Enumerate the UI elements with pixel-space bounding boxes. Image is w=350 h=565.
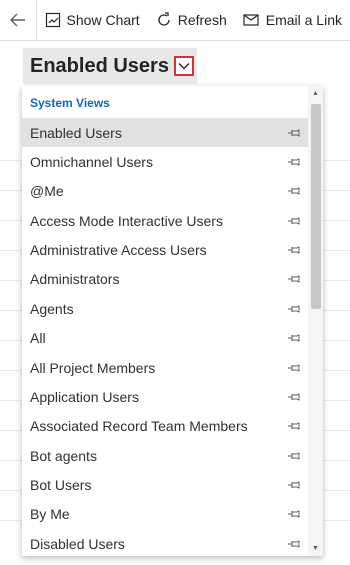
view-option-by-me[interactable]: By Me [22, 499, 308, 528]
view-option-label: @Me [30, 182, 64, 199]
view-dropdown-list[interactable]: System Views Enabled Users Omnichannel U… [22, 86, 323, 556]
view-option-label: Bot Users [30, 476, 92, 493]
view-option-label: Administrative Access Users [30, 241, 207, 258]
view-option-label: Administrators [30, 270, 120, 287]
pin-icon[interactable] [287, 537, 301, 551]
refresh-icon [158, 12, 170, 26]
show-chart-label: Show Chart [66, 12, 140, 28]
view-option-agents[interactable]: Agents [22, 294, 308, 323]
view-option-administrators[interactable]: Administrators [22, 264, 308, 293]
pin-icon[interactable] [287, 507, 301, 521]
view-option-access-mode-interactive-users[interactable]: Access Mode Interactive Users [22, 206, 308, 235]
view-option-label: By Me [30, 505, 70, 522]
view-option-administrative-access-users[interactable]: Administrative Access Users [22, 235, 308, 264]
chevron-down-icon [178, 63, 190, 70]
view-option-omnichannel-users[interactable]: Omnichannel Users [22, 147, 308, 176]
view-option-label: All [30, 329, 46, 346]
view-dropdown-toggle[interactable] [173, 56, 194, 76]
view-option-label: Application Users [30, 388, 139, 405]
dropdown-scrollbar[interactable]: ▲ ▼ [308, 86, 323, 556]
pin-icon[interactable] [287, 390, 301, 404]
view-option-all-project-members[interactable]: All Project Members [22, 353, 308, 382]
view-option-bot-agents[interactable]: Bot agents [22, 441, 308, 470]
pin-icon[interactable] [287, 449, 301, 463]
view-option-all[interactable]: All [22, 323, 308, 352]
pin-icon[interactable] [287, 243, 301, 257]
back-button[interactable] [0, 0, 37, 40]
view-option-disabled-users[interactable]: Disabled Users [22, 529, 308, 556]
pin-icon[interactable] [287, 331, 301, 345]
pin-icon[interactable] [287, 126, 301, 140]
refresh-label: Refresh [177, 12, 227, 28]
view-option-enabled-users[interactable]: Enabled Users [22, 118, 308, 147]
refresh-button[interactable]: Refresh [148, 0, 235, 40]
pin-icon[interactable] [287, 155, 301, 169]
pin-icon[interactable] [287, 302, 301, 316]
pin-icon[interactable] [287, 272, 301, 286]
view-option-label: Access Mode Interactive Users [30, 212, 223, 229]
view-option-label: All Project Members [30, 359, 156, 376]
chart-icon [45, 12, 60, 28]
pin-icon[interactable] [287, 419, 301, 433]
view-option-associated-record-team-members[interactable]: Associated Record Team Members [22, 411, 308, 440]
email-link-button[interactable]: Email a Link [235, 0, 350, 40]
pin-icon[interactable] [287, 184, 301, 198]
scroll-up-icon[interactable]: ▲ [312, 90, 319, 97]
scroll-down-icon[interactable]: ▼ [312, 545, 319, 552]
view-option-label: Enabled Users [30, 124, 122, 141]
pin-icon[interactable] [287, 478, 301, 492]
scrollbar-thumb[interactable] [311, 104, 321, 309]
view-option-label: Bot agents [30, 447, 97, 464]
pin-icon[interactable] [287, 361, 301, 375]
view-selector[interactable]: Enabled Users [23, 48, 197, 84]
view-option-label: Disabled Users [30, 535, 125, 552]
email-link-label: Email a Link [265, 12, 342, 28]
view-option-bot-users[interactable]: Bot Users [22, 470, 308, 499]
view-option-label: Omnichannel Users [30, 153, 153, 170]
view-option-label: Agents [30, 300, 74, 317]
view-option-me[interactable]: @Me [22, 176, 308, 205]
show-chart-button[interactable]: Show Chart [37, 0, 148, 40]
pin-icon[interactable] [287, 214, 301, 228]
command-bar: Show Chart Refresh Email a Link [0, 0, 350, 41]
arrow-left-icon [9, 13, 25, 27]
email-link-icon [243, 14, 259, 26]
group-header-system-views: System Views [30, 96, 110, 110]
view-option-label: Associated Record Team Members [30, 417, 248, 434]
view-title: Enabled Users [30, 54, 169, 77]
view-option-application-users[interactable]: Application Users [22, 382, 308, 411]
